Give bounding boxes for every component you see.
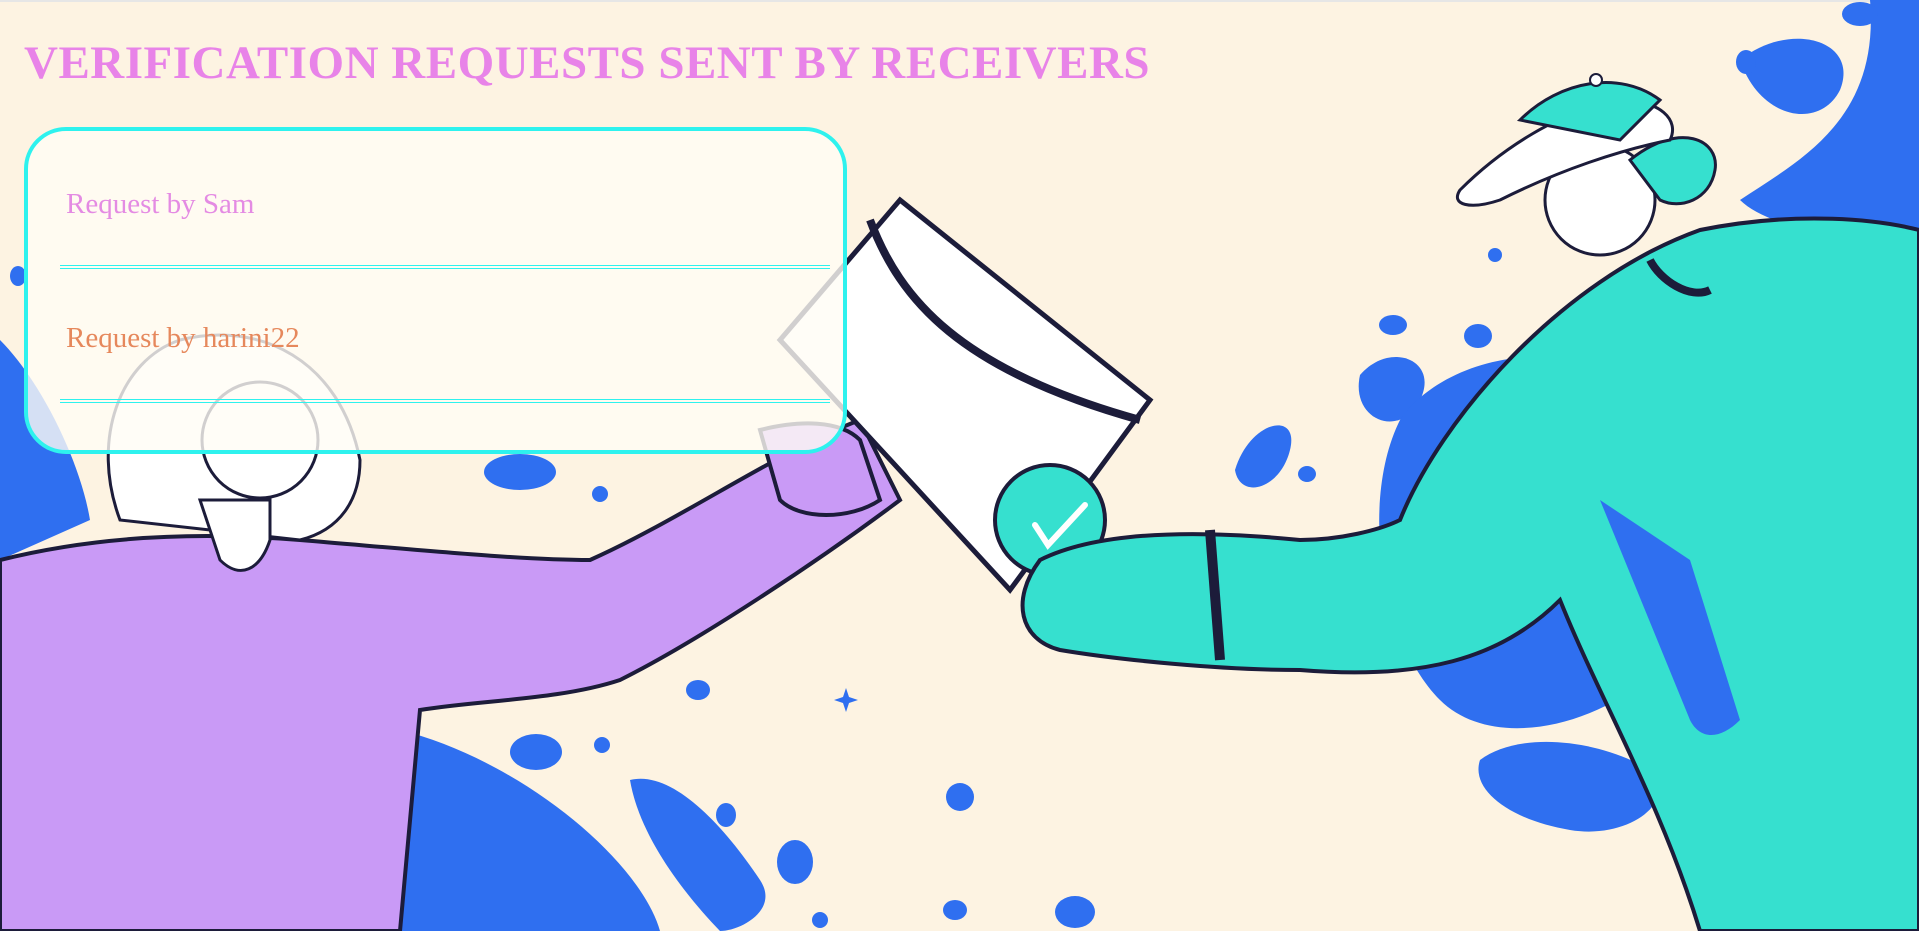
request-divider — [60, 399, 830, 403]
requests-list-card: Request by Sam Request by harini22 — [24, 127, 847, 454]
request-list-item[interactable]: Request by Sam — [60, 123, 830, 269]
request-label[interactable]: Request by Sam — [66, 188, 255, 221]
sparkle-icon — [834, 688, 858, 712]
request-label[interactable]: Request by harini22 — [66, 322, 300, 355]
request-list-item[interactable]: Request by harini22 — [60, 257, 830, 403]
page-title: VERIFICATION REQUESTS SENT BY RECEIVERS — [24, 37, 1151, 89]
